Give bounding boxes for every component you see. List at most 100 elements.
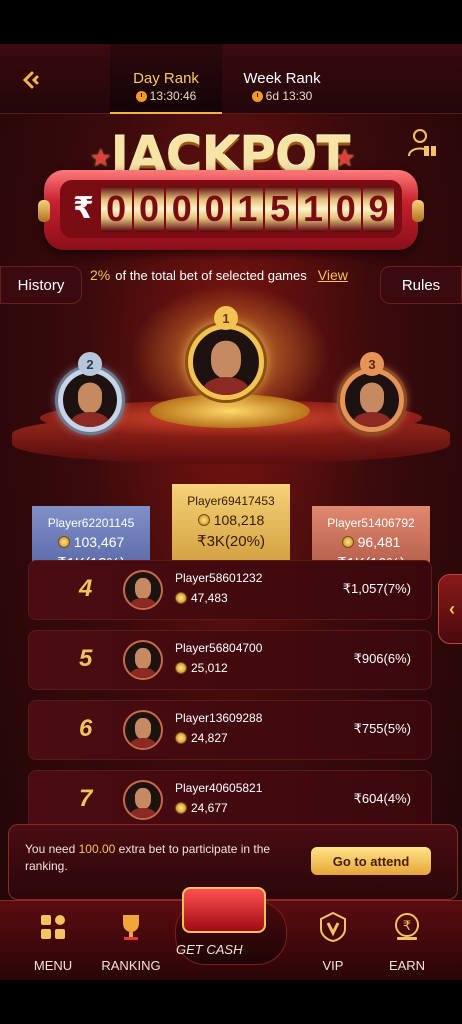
notice-amount: 100.00 — [78, 842, 116, 856]
player-name: Player40605821 — [175, 781, 263, 795]
player-name: Player62201145 — [47, 516, 135, 530]
tab-week-rank[interactable]: Week Rank 6d 13:30 — [224, 44, 340, 114]
player-prize: ₹906(6%) — [353, 651, 411, 666]
nav-earn-label: EARN — [388, 958, 426, 973]
player-prize: ₹604(4%) — [353, 791, 411, 806]
rank-1-avatar-frame: 1 — [180, 306, 272, 408]
jackpot-counter: ₹ 0 0 0 0 1 5 1 0 9 — [38, 170, 424, 250]
ranking-row[interactable]: 5 Player56804700 25,012 ₹906(6%) — [28, 630, 432, 690]
tab-day-rank-label: Day Rank — [133, 70, 199, 87]
svg-text:₹: ₹ — [403, 919, 411, 934]
jackpot-digit: 0 — [199, 186, 230, 232]
view-link[interactable]: View — [318, 267, 348, 283]
rank-2-badge: 2 — [78, 352, 102, 376]
rupee-coin-icon: ₹ — [395, 913, 419, 940]
jackpot-digit: 9 — [363, 186, 394, 232]
rules-button[interactable]: Rules — [380, 266, 462, 304]
alarm-clock-icon — [251, 90, 263, 102]
player-score: 25,012 — [191, 661, 228, 675]
player-name: Player69417453 — [187, 494, 275, 508]
player-name: Player13609288 — [175, 711, 263, 725]
nav-get-cash-label: GET CASH — [176, 942, 243, 957]
tab-week-rank-label: Week Rank — [243, 70, 321, 87]
ranking-row[interactable]: 7 Player40605821 24,677 ₹604(4%) — [28, 770, 432, 830]
ranking-row[interactable]: 4 Player58601232 47,483 ₹1,057(7%) — [28, 560, 432, 620]
nav-ranking[interactable]: RANKING — [96, 911, 166, 973]
treasure-chest-icon — [182, 887, 266, 933]
player-name: Player58601232 — [175, 571, 263, 585]
status-bar-area — [0, 0, 462, 44]
back-arrow-icon — [22, 71, 39, 89]
coin-icon — [175, 802, 187, 814]
player-score: 103,467 — [73, 534, 125, 550]
invite-gift-button[interactable] — [404, 126, 444, 166]
jackpot-digit: 0 — [133, 186, 165, 232]
go-to-attend-button[interactable]: Go to attend — [311, 847, 431, 875]
ranking-row[interactable]: 6 Player13609288 24,827 ₹755(5%) — [28, 700, 432, 760]
history-button[interactable]: History — [0, 266, 82, 304]
coin-icon — [175, 732, 187, 744]
rank-3-avatar-frame: 3 — [332, 352, 412, 440]
row-rank: 4 — [79, 575, 93, 602]
tab-day-rank-time: 13:30:46 — [149, 89, 197, 103]
jackpot-digit: 0 — [100, 186, 132, 232]
jackpot-digit: 0 — [330, 186, 362, 232]
avatar[interactable] — [188, 324, 264, 400]
bottom-nav: MENU RANKING GET CASH VIP ₹ EARN — [0, 887, 462, 980]
rank-1-badge: 1 — [214, 306, 238, 330]
player-score: 24,677 — [191, 801, 228, 815]
jackpot-digit: 1 — [297, 186, 329, 232]
jackpot-digit: 0 — [166, 186, 198, 232]
avatar[interactable] — [58, 368, 122, 432]
jackpot-info: 2% of the total bet of selected games Vi… — [90, 266, 380, 284]
player-score: 24,827 — [191, 731, 228, 745]
avatar — [123, 640, 163, 680]
player-score: 96,481 — [357, 534, 401, 550]
player-name: Player51406792 — [327, 516, 415, 530]
coin-icon — [57, 536, 70, 548]
rank-2-avatar-frame: 2 — [50, 352, 130, 440]
system-nav-area — [0, 980, 462, 1024]
currency-symbol: ₹ — [72, 192, 94, 225]
back-button[interactable] — [10, 60, 50, 100]
player-score: 47,483 — [191, 591, 228, 605]
tab-week-rank-time: 6d 13:30 — [265, 89, 313, 103]
row-rank: 6 — [79, 715, 93, 742]
coin-icon — [341, 536, 354, 548]
player-prize: ₹1,057(7%) — [342, 581, 411, 596]
trophy-icon — [123, 915, 139, 940]
player-score: 108,218 — [213, 512, 265, 528]
coin-icon — [197, 514, 210, 526]
vip-shield-icon — [320, 911, 346, 943]
player-name: Player56804700 — [175, 641, 263, 655]
row-rank: 7 — [79, 785, 93, 812]
jackpot-ranking-screen: Day Rank 13:30:46 Week Rank 6d 13:30 ★ ★… — [0, 44, 462, 980]
nav-ranking-label: RANKING — [101, 958, 161, 973]
nav-vip-label: VIP — [322, 958, 344, 973]
header: Day Rank 13:30:46 Week Rank 6d 13:30 — [0, 44, 462, 114]
avatar — [123, 570, 163, 610]
jackpot-digit: 5 — [264, 186, 296, 232]
avatar — [123, 780, 163, 820]
jackpot-description: of the total bet of selected games — [115, 267, 307, 283]
nav-vip[interactable]: VIP — [298, 911, 368, 973]
nav-earn[interactable]: ₹ EARN — [372, 911, 442, 973]
tab-day-rank[interactable]: Day Rank 13:30:46 — [110, 44, 222, 114]
jackpot-digit: 1 — [231, 186, 263, 232]
nav-menu-label: MENU — [33, 958, 73, 973]
chevron-left-icon: ‹ — [449, 598, 455, 619]
menu-grid-icon — [41, 915, 65, 939]
nav-menu[interactable]: MENU — [18, 911, 88, 973]
coin-icon — [175, 592, 187, 604]
rank-3-badge: 3 — [360, 352, 384, 376]
row-rank: 5 — [79, 645, 93, 672]
side-drawer-toggle[interactable]: ‹ — [438, 574, 462, 644]
jackpot-percent: 2% — [90, 267, 111, 283]
avatar[interactable] — [340, 368, 404, 432]
coin-icon — [175, 662, 187, 674]
notice-prefix: You need — [25, 842, 76, 856]
avatar — [123, 710, 163, 750]
player-prize: ₹3K(20%) — [197, 533, 265, 550]
player-prize: ₹755(5%) — [353, 721, 411, 736]
user-gift-icon — [408, 129, 436, 157]
